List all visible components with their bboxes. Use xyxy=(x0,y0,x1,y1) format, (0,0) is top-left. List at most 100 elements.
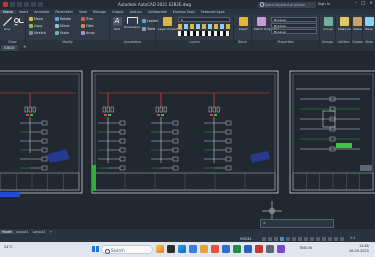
layer-properties-button[interactable]: Layer Properties xyxy=(158,17,182,31)
tab-view[interactable]: View xyxy=(76,10,90,14)
drawing-viewport[interactable]: × xyxy=(0,51,375,229)
breaker-symbol xyxy=(28,106,32,113)
app-menu-icon[interactable] xyxy=(3,2,8,7)
fullscreen-icon[interactable] xyxy=(334,236,338,241)
selection-cycle-icon[interactable] xyxy=(310,236,314,241)
autocad-icon[interactable] xyxy=(255,245,263,253)
fillet-icon xyxy=(81,24,85,28)
weather-widget[interactable]: 24°C xyxy=(4,245,13,249)
workspace-gear-icon[interactable] xyxy=(322,236,326,241)
match-properties-button[interactable]: Match Properties xyxy=(254,17,279,31)
mail-icon[interactable] xyxy=(189,245,197,253)
annotation-scale-icon[interactable] xyxy=(316,236,320,241)
layer-dropdown[interactable]: 0 xyxy=(178,17,230,22)
sign-in-link[interactable]: Sign In xyxy=(318,2,330,6)
add-layout-button[interactable]: + xyxy=(47,230,54,234)
base-view-button[interactable]: Base xyxy=(363,17,375,31)
save-icon[interactable] xyxy=(24,2,29,7)
polyline-button[interactable] xyxy=(19,18,24,23)
array-icon xyxy=(81,31,85,35)
tab-insert[interactable]: Insert xyxy=(16,10,31,14)
fuse-marker xyxy=(30,114,33,116)
arc-button[interactable] xyxy=(14,24,18,29)
help-search-input[interactable]: Type a keyword or phrase xyxy=(258,1,316,8)
trim-icon xyxy=(81,17,85,21)
move-button[interactable]: Move xyxy=(29,17,43,21)
lineweight-dropdown[interactable]: ByLayer xyxy=(271,29,317,34)
taskbar-search[interactable]: Search xyxy=(101,245,153,254)
command-line[interactable]: × xyxy=(260,219,334,228)
line-button[interactable]: Line xyxy=(1,17,13,31)
selection-hatch xyxy=(250,151,270,163)
settings-icon[interactable] xyxy=(266,245,274,253)
model-space-label[interactable]: MODEL xyxy=(240,237,252,241)
maximize-icon[interactable]: □ xyxy=(361,1,365,6)
linetype-dropdown[interactable]: ByLayer xyxy=(271,23,317,28)
minimize-icon[interactable]: – xyxy=(355,1,357,6)
text-button[interactable]: A Text xyxy=(111,17,123,31)
array-button[interactable]: Array xyxy=(81,31,95,35)
lineweight-toggle-icon[interactable] xyxy=(298,236,302,241)
component-symbol xyxy=(225,156,232,162)
transparency-toggle-icon[interactable] xyxy=(304,236,308,241)
group-button[interactable]: Group xyxy=(322,17,334,31)
redo-icon[interactable] xyxy=(38,2,43,7)
customization-menu-icon[interactable] xyxy=(340,236,344,241)
file-explorer-icon[interactable] xyxy=(156,245,164,253)
mirror-button[interactable]: Mirror xyxy=(55,24,70,28)
insert-block-button[interactable]: Insert xyxy=(237,17,249,31)
dimension-button[interactable]: Dimension xyxy=(124,17,140,29)
fillet-button[interactable]: Fillet xyxy=(81,24,94,28)
paste-button[interactable]: Paste xyxy=(352,17,363,31)
system-tray-language[interactable]: ENG IN xyxy=(300,246,312,250)
tab-layout1[interactable]: Layout1 xyxy=(14,230,31,234)
scale-button[interactable]: Scale xyxy=(55,31,69,35)
grid-toggle-icon[interactable] xyxy=(262,236,266,241)
taskbar-clock[interactable]: 12:48 26-05-2023 xyxy=(349,244,369,254)
teams-icon[interactable] xyxy=(277,245,285,253)
color-dropdown-value: ByLayer xyxy=(274,18,287,22)
tab-annotate[interactable]: Annotate xyxy=(31,10,52,14)
tab-manage[interactable]: Manage xyxy=(90,10,109,14)
new-file-icon[interactable] xyxy=(10,2,15,7)
undo-icon[interactable] xyxy=(31,2,36,7)
open-file-icon[interactable] xyxy=(17,2,22,7)
polar-toggle-icon[interactable] xyxy=(280,236,284,241)
drawing-canvas[interactable] xyxy=(0,51,375,229)
measure-button[interactable]: Measure xyxy=(338,17,351,31)
tab-parametric[interactable]: Parametric xyxy=(52,10,76,14)
table-button[interactable]: Table xyxy=(142,27,156,31)
tab-featured-apps[interactable]: Featured Apps xyxy=(198,10,228,14)
tab-output[interactable]: Output xyxy=(109,10,126,14)
tab-home[interactable]: Home xyxy=(0,10,16,14)
tab-add-ins[interactable]: Add-ins xyxy=(127,10,145,14)
chrome-icon[interactable] xyxy=(211,245,219,253)
excel-icon[interactable] xyxy=(233,245,241,253)
close-icon[interactable]: × xyxy=(369,1,373,6)
component-symbol xyxy=(172,129,179,135)
word-icon[interactable] xyxy=(244,245,252,253)
annotation-scale-value[interactable]: 1:1 xyxy=(350,236,355,240)
tab-model[interactable]: Model xyxy=(0,230,14,234)
component-symbol xyxy=(41,138,48,144)
isolate-objects-icon[interactable] xyxy=(328,236,332,241)
trim-button[interactable]: Trim xyxy=(81,17,93,21)
color-dropdown[interactable]: ByLayer xyxy=(271,17,317,22)
task-view-icon[interactable] xyxy=(167,245,175,253)
osnap-toggle-icon[interactable] xyxy=(286,236,290,241)
dimension-icon xyxy=(126,17,138,24)
stretch-button[interactable]: Stretch xyxy=(29,31,46,35)
rotate-button[interactable]: Rotate xyxy=(55,17,71,21)
store-icon[interactable] xyxy=(222,245,230,253)
ortho-toggle-icon[interactable] xyxy=(274,236,278,241)
start-icon[interactable] xyxy=(92,245,99,253)
tab-express-tools[interactable]: Express Tools xyxy=(170,10,198,14)
copy-button[interactable]: Copy xyxy=(29,24,42,28)
tab-collaborate[interactable]: Collaborate xyxy=(145,10,170,14)
otrack-toggle-icon[interactable] xyxy=(292,236,296,241)
tab-layout2[interactable]: Layout2 xyxy=(30,230,47,234)
snap-toggle-icon[interactable] xyxy=(268,236,272,241)
folder-icon[interactable] xyxy=(200,245,208,253)
command-close-icon[interactable]: × xyxy=(263,221,266,225)
edge-browser-icon[interactable] xyxy=(178,245,186,253)
